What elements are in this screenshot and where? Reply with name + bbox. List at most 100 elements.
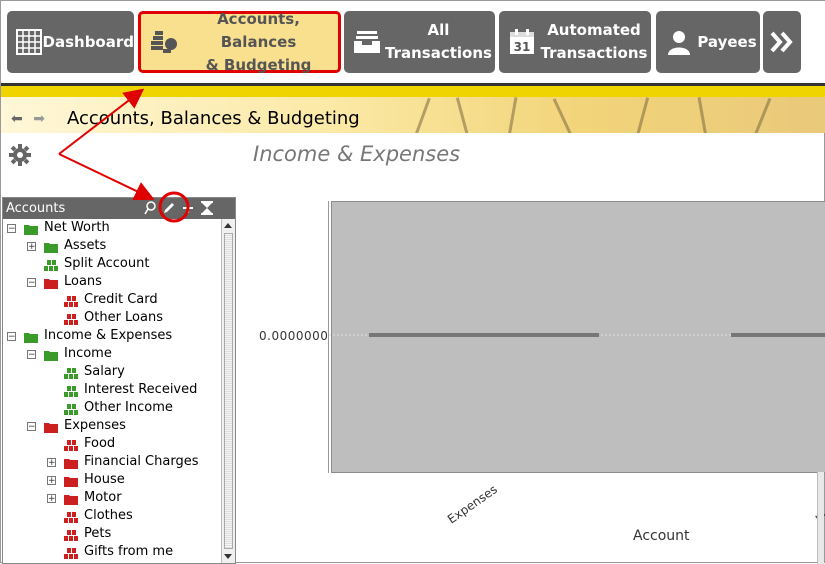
tree-row[interactable]: Other Loans (47, 309, 163, 327)
add-icon[interactable] (180, 199, 196, 217)
tree-row[interactable]: Pets (47, 525, 111, 543)
tree-row[interactable]: + House (47, 471, 125, 489)
tree-row-label: Pets (84, 526, 112, 541)
tree-row[interactable]: Interest Received (47, 381, 197, 399)
collapse-minus-icon[interactable]: − (27, 349, 36, 359)
collapse-minus-icon[interactable]: − (7, 331, 16, 341)
accounts-panel-title: Accounts (6, 201, 66, 216)
scroll-down-icon[interactable] (224, 554, 232, 559)
back-arrow-icon[interactable]: ⬅ (11, 111, 23, 127)
tree-row-label: Interest Received (84, 382, 198, 397)
main-toolbar: Dashboard Accounts, Balances & Budgeting… (1, 1, 825, 83)
expand-plus-icon[interactable]: + (47, 493, 56, 503)
tree-row[interactable]: − Expenses (27, 417, 126, 435)
svg-text:31: 31 (514, 40, 531, 54)
accounts-label: Accounts, Balances & Budgeting (205, 9, 312, 74)
account-icon (44, 259, 59, 271)
tree-row-label: Income & Expenses (44, 328, 173, 343)
calendar-icon: 31 (507, 27, 537, 57)
x-axis-label: Account (633, 528, 690, 544)
tree-row[interactable]: + Assets (27, 237, 106, 255)
tree-row-label: Motor (84, 490, 122, 505)
tree-row-label: Assets (64, 238, 107, 253)
tree-row[interactable]: Other Income (47, 399, 173, 417)
tree-row[interactable]: − Income & Expenses (7, 327, 172, 345)
tree-row-label: Expenses (64, 418, 126, 433)
more-toolbar-button[interactable] (763, 11, 801, 73)
tree-row-label: Other Income (84, 400, 173, 415)
inbox-tray-icon (352, 27, 382, 57)
nav-arrows: ⬅ ➡ (11, 111, 45, 127)
all-transactions-button[interactable]: All Transactions (344, 11, 495, 73)
dashboard-label: Dashboard (42, 32, 134, 51)
tree-row[interactable]: Credit Card (47, 291, 158, 309)
folder-icon (64, 457, 79, 469)
folder-open-icon (24, 331, 39, 343)
tree-row-label: Other Loans (84, 310, 163, 325)
tree-row[interactable]: Salary (47, 363, 125, 381)
tree-row[interactable]: Clothes (47, 507, 133, 525)
account-icon (64, 547, 79, 559)
folder-open-icon (44, 277, 59, 289)
pencil-edit-icon[interactable] (161, 199, 177, 217)
tree-row[interactable]: − Net Worth (7, 219, 110, 237)
header-stripe (1, 83, 825, 97)
search-icon[interactable] (142, 199, 158, 217)
person-icon (664, 27, 694, 57)
tree-row[interactable]: + Motor (47, 489, 122, 507)
account-icon (64, 385, 79, 397)
tree-row[interactable]: − Income (27, 345, 112, 363)
tree-row-label: Loans (64, 274, 102, 289)
expand-plus-icon[interactable]: + (47, 457, 56, 467)
tree-row[interactable]: Split Account (27, 255, 149, 273)
annotation-arrow-to-edit (58, 153, 155, 201)
expand-plus-icon[interactable]: + (47, 475, 56, 485)
tree-row[interactable]: + Financial Charges (47, 453, 198, 471)
tree-row-label: Financial Charges (84, 454, 199, 469)
expand-plus-icon[interactable]: + (27, 241, 36, 251)
accounts-scrollbar[interactable] (221, 219, 235, 563)
chart-plot-area (331, 201, 825, 473)
all-transactions-label: All Transactions (385, 21, 492, 62)
accounts-balances-budgeting-button[interactable]: Accounts, Balances & Budgeting (138, 10, 341, 74)
automated-transactions-button[interactable]: 31 Automated Transactions (499, 11, 651, 73)
collapse-minus-icon[interactable]: − (27, 277, 36, 287)
tree-row-label: Split Account (64, 256, 150, 271)
x-tick-label-expenses: Expenses (445, 482, 500, 527)
gear-icon[interactable] (9, 144, 31, 166)
account-icon (64, 313, 79, 325)
account-icon (64, 403, 79, 415)
tree-row[interactable]: Food (47, 435, 115, 453)
tree-row[interactable]: − Loans (27, 273, 102, 291)
collapse-minus-icon[interactable]: − (7, 223, 16, 233)
forward-arrow-icon[interactable]: ➡ (33, 111, 45, 127)
dashboard-button[interactable]: Dashboard (7, 11, 134, 73)
tree-row-label: Net Worth (44, 220, 110, 235)
automated-transactions-label: Automated Transactions (540, 21, 648, 62)
collapse-hourglass-icon[interactable] (199, 199, 215, 217)
collapse-minus-icon[interactable]: − (27, 421, 36, 431)
tree-row-label: Clothes (84, 508, 133, 523)
chart-title: Income & Expenses (253, 142, 461, 166)
folder-icon (64, 475, 79, 487)
account-icon (64, 439, 79, 451)
tree-row-label: Income (64, 346, 112, 361)
tree-row-label: Salary (84, 364, 125, 379)
accounts-tree[interactable]: − Net Worth + Assets Split Account − Loans Cred… (3, 219, 222, 563)
tree-row-label: Gifts from me (84, 544, 174, 559)
scroll-thumb[interactable] (224, 233, 233, 549)
accounts-panel: Accounts − Net Worth + Assets Split Account −… (2, 197, 236, 564)
payees-button[interactable]: Payees (656, 11, 760, 73)
coins-icon (149, 27, 179, 57)
chart-scrollbar[interactable] (817, 472, 824, 564)
folder-open-icon (24, 223, 39, 235)
page-title: Accounts, Balances & Budgeting (67, 108, 360, 129)
payees-label: Payees (697, 32, 757, 51)
tree-row-label: Food (84, 436, 116, 451)
tree-row[interactable]: Gifts from me (47, 543, 173, 561)
folder-open-icon (44, 349, 59, 361)
double-chevron-right-icon (767, 27, 797, 57)
y-tick-label: 0.0000000 (259, 329, 329, 343)
scroll-up-icon[interactable] (224, 223, 232, 228)
tree-row-label: Credit Card (84, 292, 158, 307)
